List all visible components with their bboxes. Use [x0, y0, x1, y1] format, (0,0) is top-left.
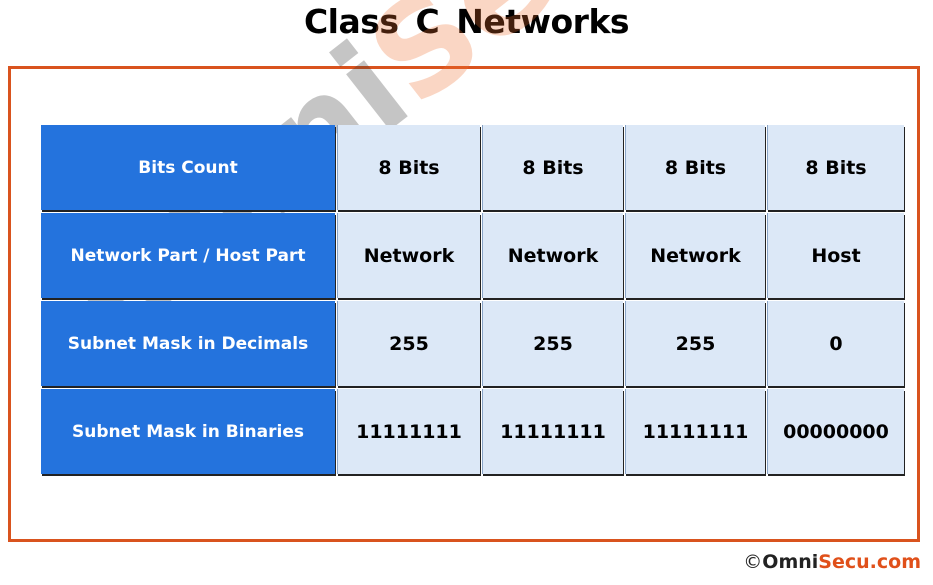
table-cell: 8 Bits: [767, 125, 904, 210]
table-row: Bits Count 8 Bits 8 Bits 8 Bits 8 Bits: [41, 125, 904, 210]
class-c-table: Bits Count 8 Bits 8 Bits 8 Bits 8 Bits N…: [39, 122, 906, 477]
table-row: Network Part / Host Part Network Network…: [41, 213, 904, 298]
table-cell: Network: [625, 213, 765, 298]
table-cell: 255: [337, 301, 480, 386]
copyright-icon: ©: [743, 551, 763, 573]
table-cell: 255: [482, 301, 623, 386]
table-cell: Host: [767, 213, 904, 298]
diagram-title: Class C Networks: [303, 2, 630, 41]
table-cell: Network: [482, 213, 623, 298]
row-label: Subnet Mask in Binaries: [41, 389, 335, 474]
table-cell: 8 Bits: [625, 125, 765, 210]
table-row: Subnet Mask in Decimals 255 255 255 0: [41, 301, 904, 386]
table-cell: 255: [625, 301, 765, 386]
row-label: Network Part / Host Part: [41, 213, 335, 298]
table-cell: 11111111: [337, 389, 480, 474]
brand-secu: Secu.com: [818, 551, 921, 573]
copyright-footer: ©OmniSecu.com: [743, 551, 921, 573]
table-cell: 00000000: [767, 389, 904, 474]
table-cell: 8 Bits: [482, 125, 623, 210]
row-label: Bits Count: [41, 125, 335, 210]
table-row: Subnet Mask in Binaries 11111111 1111111…: [41, 389, 904, 474]
brand-omni: Omni: [762, 551, 819, 573]
table-cell: 11111111: [625, 389, 765, 474]
table-cell: Network: [337, 213, 480, 298]
table-cell: 0: [767, 301, 904, 386]
table-cell: 11111111: [482, 389, 623, 474]
table-cell: 8 Bits: [337, 125, 480, 210]
row-label: Subnet Mask in Decimals: [41, 301, 335, 386]
